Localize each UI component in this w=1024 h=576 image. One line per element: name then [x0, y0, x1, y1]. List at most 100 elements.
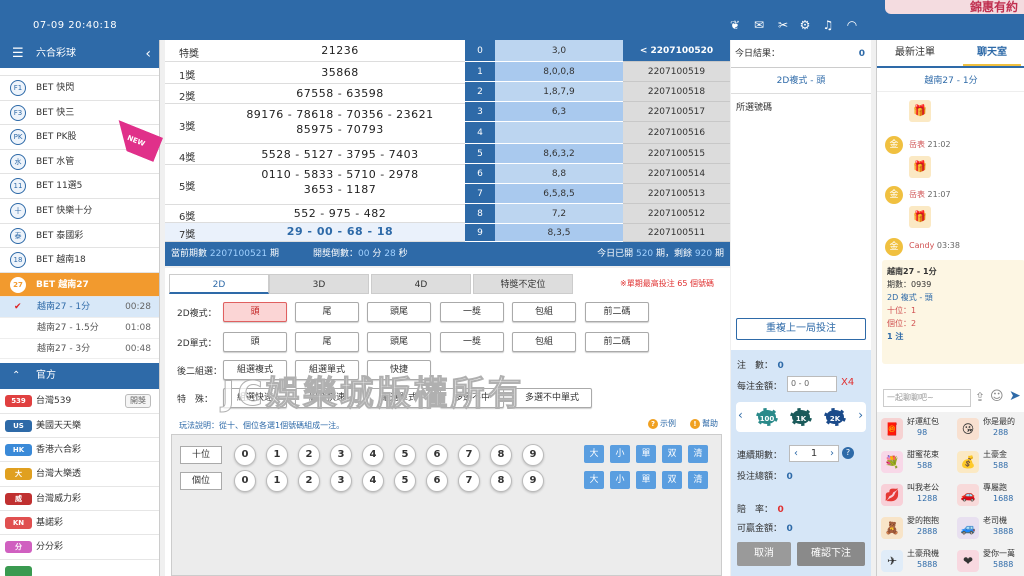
bet-option[interactable]: 尾 — [295, 332, 359, 352]
tab-4d[interactable]: 4D — [371, 274, 471, 294]
amount-input[interactable]: 0 - 0 — [787, 376, 837, 392]
example-link[interactable]: ? 示例 — [648, 418, 676, 429]
sidebar-item-bet-vn18[interactable]: 18 BET 越南18 — [0, 248, 159, 273]
period-number[interactable]: 2207100515 — [623, 144, 730, 164]
gift-item[interactable]: ✈ 土豪飛機 5888 — [877, 544, 949, 576]
chip-2k[interactable]: 2K — [824, 408, 846, 426]
bet-option[interactable]: 前二碼 — [585, 332, 649, 352]
increase-icon[interactable]: › — [830, 446, 834, 461]
number-ball[interactable]: 2 — [298, 444, 320, 466]
question-icon[interactable]: ? — [842, 447, 854, 459]
sidebar-item-ffc[interactable]: 分分分彩 — [0, 535, 159, 560]
number-ball[interactable]: 5 — [394, 444, 416, 466]
period-number[interactable]: 2207100511 — [623, 224, 730, 242]
sidebar-item-bet-vn27[interactable]: 27 BET 越南27 — [0, 272, 159, 298]
period-number[interactable]: 2207100518 — [623, 82, 730, 102]
sidebar-item-bet-happy10[interactable]: 十 BET 快樂十分 — [0, 198, 159, 224]
quick-select-button[interactable]: 双 — [662, 471, 682, 489]
menu-icon[interactable]: ☰ — [12, 40, 24, 68]
number-ball[interactable]: 8 — [490, 444, 512, 466]
tab-2d[interactable]: 2D — [169, 274, 269, 294]
bet-option[interactable]: 頭 — [223, 302, 287, 322]
sidebar-sub-vn27-1min[interactable]: ✔ 越南27 - 1分 00:28 — [0, 297, 159, 318]
promo-banner[interactable]: 錦惠有約 — [885, 0, 1024, 14]
bet-option[interactable]: 尾 — [295, 302, 359, 322]
bet-option[interactable]: 頭 — [223, 332, 287, 352]
number-ball[interactable]: 9 — [522, 470, 544, 492]
gear-icon[interactable]: ⚙ — [798, 18, 812, 32]
sidebar-item-us-daily[interactable]: US 美國天天樂 — [0, 413, 159, 438]
number-ball[interactable]: 7 — [458, 444, 480, 466]
quick-select-button[interactable]: 單 — [636, 471, 656, 489]
bet-option[interactable]: 包組 — [512, 332, 576, 352]
number-ball[interactable]: 5 — [394, 470, 416, 492]
send-icon[interactable]: ➤ — [1009, 388, 1021, 404]
number-ball[interactable]: 1 — [266, 470, 288, 492]
official-header[interactable]: ⌃ 官方 — [0, 363, 159, 390]
bet-option[interactable]: 前二碼 — [585, 302, 649, 322]
number-ball[interactable]: 4 — [362, 470, 384, 492]
chip-100[interactable]: 100 — [756, 408, 778, 426]
confirm-bet-button[interactable]: 確認下注 — [797, 542, 865, 566]
sidebar-item-keno[interactable]: KN 基諾彩 — [0, 511, 159, 536]
sidebar-sub-vn27-3min[interactable]: 越南27 - 3分 00:48 — [0, 338, 159, 360]
number-ball[interactable]: 7 — [458, 470, 480, 492]
number-ball[interactable]: 3 — [330, 444, 352, 466]
number-ball[interactable]: 9 — [522, 444, 544, 466]
quick-select-button[interactable]: 双 — [662, 445, 682, 463]
chevron-right-icon[interactable]: › — [858, 408, 863, 422]
draw-tag[interactable]: 開獎 — [125, 394, 151, 409]
bet-option[interactable]: 一獎 — [440, 302, 504, 322]
bet-option[interactable]: 頭尾 — [367, 332, 431, 352]
sidebar-item-tw-lotto[interactable]: 大台灣大樂透 — [0, 462, 159, 487]
sidebar-item-tw-power[interactable]: 威台灣威力彩 — [0, 486, 159, 512]
period-number[interactable]: 2207100517 — [623, 102, 730, 122]
repeat-last-bet-button[interactable]: 重複上一局投注 — [736, 318, 866, 340]
quick-select-button[interactable]: 小 — [610, 471, 630, 489]
number-ball[interactable]: 6 — [426, 444, 448, 466]
number-ball[interactable]: 6 — [426, 470, 448, 492]
tools-icon[interactable]: ✂ — [776, 18, 790, 32]
help-link[interactable]: ! 幫助 — [690, 418, 718, 429]
bet-option[interactable]: 包組 — [512, 302, 576, 322]
sidebar-item-tw539[interactable]: 539 台灣539 開獎 — [0, 389, 159, 414]
sidebar-item-bet-k3[interactable]: F3 BET 快三 — [0, 100, 159, 126]
period-number[interactable]: 2207100516 — [623, 122, 730, 144]
tab-latest-bets[interactable]: 最新注單 — [877, 40, 953, 66]
tab-special-any[interactable]: 特獎不定位 — [473, 274, 573, 294]
sidebar-item-bet-thai[interactable]: 泰 BET 泰國彩 — [0, 223, 159, 249]
tab-3d[interactable]: 3D — [269, 274, 369, 294]
decrease-icon[interactable]: ‹ — [794, 446, 798, 461]
cancel-button[interactable]: 取消 — [737, 542, 791, 566]
quick-select-button[interactable]: 小 — [610, 445, 630, 463]
sidebar-item-more[interactable] — [0, 559, 159, 576]
shared-bet-card[interactable]: 越南27 - 1分 期數：0939 2D 複式 - 頭 十位：1 個位：2 1 … — [882, 260, 1024, 364]
chat-input[interactable]: 一起聊聊吧~ — [883, 389, 971, 407]
collapse-icon[interactable]: ‹ — [145, 40, 151, 68]
mail-icon[interactable]: ✉ — [752, 18, 766, 32]
number-ball[interactable]: 4 — [362, 444, 384, 466]
share-icon[interactable]: ⇪ — [975, 390, 985, 404]
bet-option[interactable]: 頭尾 — [367, 302, 431, 322]
quick-select-button[interactable]: 清 — [688, 445, 708, 463]
period-number[interactable]: 2207100512 — [623, 204, 730, 224]
quick-select-button[interactable]: 單 — [636, 445, 656, 463]
period-number[interactable]: 2207100514 — [623, 164, 730, 184]
gift-item[interactable]: ❤ 愛你一萬 5888 — [953, 544, 1024, 576]
chevron-left-icon[interactable]: ‹ — [738, 408, 743, 422]
bet-option[interactable]: 一獎 — [440, 332, 504, 352]
tab-chat-room[interactable]: 聊天室 — [963, 40, 1021, 66]
emoji-icon[interactable]: ☺ — [990, 389, 1004, 404]
period-number[interactable]: 2207100513 — [623, 184, 730, 204]
sidebar-item-hk-mark6[interactable]: HK 香港六合彩 — [0, 437, 159, 463]
quick-select-button[interactable]: 大 — [584, 471, 604, 489]
sidebar-item-bet-flash[interactable]: F1 BET 快閃 — [0, 76, 159, 101]
chip-1k[interactable]: 1K — [790, 408, 812, 426]
number-ball[interactable]: 8 — [490, 470, 512, 492]
volume-icon[interactable]: ♫ — [821, 18, 835, 32]
sidebar-sub-vn27-1-5min[interactable]: 越南27 - 1.5分 01:08 — [0, 317, 159, 339]
number-ball[interactable]: 3 — [330, 470, 352, 492]
quick-select-button[interactable]: 大 — [584, 445, 604, 463]
gift-icon[interactable]: ❦ — [728, 18, 742, 32]
periods-stepper[interactable]: ‹ 1 › — [789, 445, 839, 462]
